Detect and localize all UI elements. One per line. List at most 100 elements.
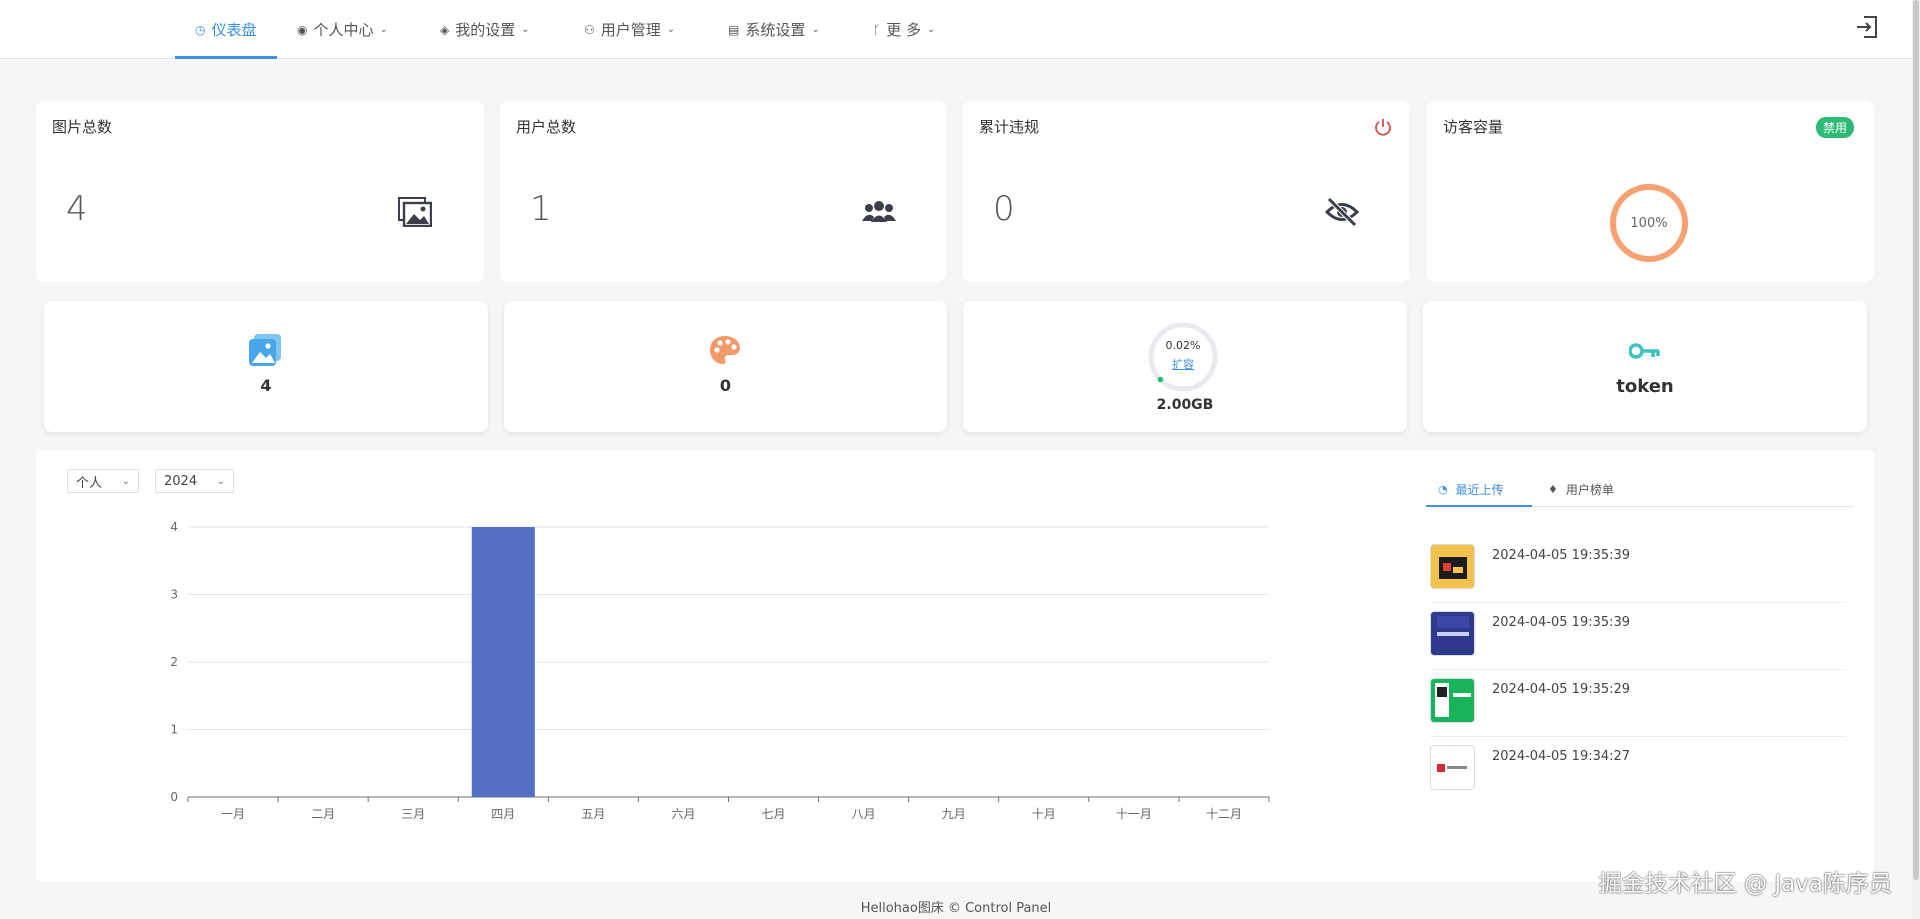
x-tick-label: 六月 — [671, 807, 695, 821]
x-tick-label: 五月 — [581, 807, 605, 821]
y-tick-label: 4 — [170, 520, 178, 534]
chevron-down-icon: ⌄ — [521, 24, 530, 35]
x-tick-label: 九月 — [942, 807, 966, 821]
x-tick-label: 三月 — [401, 807, 425, 821]
recent-upload-item[interactable]: 2024-04-05 19:34:27 — [1430, 737, 1846, 804]
upload-thumbnail[interactable] — [1430, 745, 1475, 790]
top-navbar: ◷ 仪表盘 ◉ 个人中心 ⌄ ◈ 我的设置 ⌄ ⚇ 用户管理 ⌄ ▤ 系统设置 … — [0, 0, 1912, 59]
nav-label: 我的设置 — [455, 21, 516, 39]
branch-icon: ᚴ — [873, 22, 881, 37]
x-tick-label: 十月 — [1032, 807, 1056, 821]
nav-item-profile[interactable]: ◉ 个人中心 ⌄ — [297, 0, 388, 59]
chevron-down-icon: ⌄ — [379, 24, 388, 35]
mini-card-palette: 0 — [504, 301, 947, 432]
mini-value: 0 — [719, 376, 732, 395]
server-icon: ▤ — [728, 22, 740, 37]
key-icon — [1629, 343, 1660, 359]
stat-value: 4 — [66, 189, 88, 229]
stat-card-visitor-capacity: 访客容量 禁用 100% — [1427, 101, 1874, 282]
upload-time: 2024-04-05 19:35:39 — [1492, 615, 1631, 630]
x-tick-label: 十二月 — [1206, 807, 1242, 821]
paint-bucket-icon: ◈ — [440, 22, 450, 37]
nav-label: 仪表盘 — [211, 21, 257, 39]
power-icon[interactable] — [1373, 117, 1393, 137]
clock-icon: ◔ — [1438, 482, 1448, 496]
upload-thumbnail[interactable] — [1430, 544, 1475, 589]
scrollbar-thumb[interactable] — [1913, 0, 1919, 880]
mini-card-images: 4 — [44, 301, 488, 432]
recent-upload-item[interactable]: 2024-04-05 19:35:29 — [1430, 670, 1846, 737]
palette-icon — [710, 336, 740, 364]
x-tick-label: 四月 — [491, 807, 515, 821]
chevron-down-icon: ⌄ — [811, 24, 820, 35]
logout-icon[interactable] — [1854, 14, 1880, 40]
footer-text: Hellohao图床 © Control Panel — [860, 901, 1052, 916]
capacity-percent: 100% — [1630, 215, 1668, 231]
dashboard-icon: ◷ — [195, 22, 206, 37]
side-tabs: ◔ 最近上传 ♦ 用户榜单 — [1426, 471, 1854, 507]
upload-time: 2024-04-05 19:35:39 — [1492, 548, 1631, 563]
nav-item-my-settings[interactable]: ◈ 我的设置 ⌄ — [440, 0, 530, 59]
stat-value: 0 — [993, 189, 1015, 229]
mini-value: token — [1616, 376, 1674, 397]
stat-card-violations: 累计违规 0 — [963, 101, 1409, 282]
mini-value: 4 — [260, 376, 272, 395]
active-nav-indicator — [175, 56, 277, 59]
nav-label: 更 多 — [886, 21, 921, 39]
y-tick-label: 0 — [170, 790, 178, 804]
users-icon: ⚇ — [584, 22, 595, 37]
user-circle-icon: ◉ — [297, 22, 308, 37]
recent-upload-item[interactable]: 2024-04-05 19:35:39 — [1430, 536, 1846, 603]
storage-size: 2.00GB — [1156, 397, 1214, 413]
upload-time: 2024-04-05 19:35:29 — [1492, 682, 1631, 697]
x-tick-label: 二月 — [311, 807, 335, 821]
y-tick-label: 1 — [170, 723, 178, 737]
images-icon — [398, 197, 432, 227]
mini-card-token: token — [1423, 301, 1867, 432]
droplet-icon: ♦ — [1548, 482, 1558, 496]
nav-label: 系统设置 — [745, 21, 806, 39]
users-group-icon — [862, 201, 896, 222]
storage-percent: 0.02% — [1165, 339, 1201, 352]
stat-card-images: 图片总数 4 — [36, 101, 484, 282]
upload-thumbnail[interactable] — [1430, 678, 1475, 723]
upload-time: 2024-04-05 19:34:27 — [1492, 749, 1631, 764]
eye-slash-icon — [1325, 197, 1359, 227]
nav-item-user-management[interactable]: ⚇ 用户管理 ⌄ — [584, 0, 675, 59]
expand-capacity-link[interactable]: 扩容 — [1147, 356, 1219, 372]
chevron-down-icon: ⌄ — [666, 24, 676, 35]
stat-title: 累计违规 — [979, 118, 1040, 136]
y-tick-label: 2 — [170, 655, 178, 669]
stat-title: 用户总数 — [516, 118, 577, 136]
x-tick-label: 十一月 — [1116, 807, 1152, 821]
nav-item-dashboard[interactable]: ◷ 仪表盘 — [195, 0, 257, 59]
watermark: 掘金技术社区 @ Java陈序员 — [1598, 871, 1892, 897]
x-tick-label: 一月 — [221, 807, 245, 821]
nav-item-system-settings[interactable]: ▤ 系统设置 ⌄ — [728, 0, 820, 59]
stat-title: 图片总数 — [52, 118, 113, 136]
nav-label: 用户管理 — [600, 21, 661, 39]
upload-thumbnail[interactable] — [1430, 611, 1475, 656]
stat-value: 1 — [530, 189, 552, 229]
nav-label: 个人中心 — [313, 21, 374, 39]
page-scrollbar[interactable] — [1912, 0, 1920, 919]
nav-item-more[interactable]: ᚴ 更 多 ⌄ — [873, 0, 935, 59]
mini-card-storage: 0.02% 扩容 2.00GB — [963, 301, 1407, 432]
recent-upload-item[interactable]: 2024-04-05 19:35:39 — [1430, 603, 1846, 670]
active-tab-indicator — [1426, 505, 1532, 507]
picture-icon — [249, 334, 281, 366]
chevron-down-icon: ⌄ — [926, 24, 936, 35]
stat-card-users: 用户总数 1 — [500, 101, 946, 282]
tab-label: 用户榜单 — [1565, 482, 1614, 497]
stat-title: 访客容量 — [1443, 118, 1504, 136]
upload-statistics-panel: 个人 ⌄ 2024 ⌄ 0 1 2 3 4 一月 二月 三月 四月 五月 六月 七月 八月 九月 十月 十一月… — [36, 451, 1874, 881]
y-tick-label: 3 — [170, 588, 178, 602]
status-badge: 禁用 — [1815, 117, 1854, 138]
monthly-uploads-bar-chart: 0 1 2 3 4 一月 二月 三月 四月 五月 六月 七月 八月 九月 十月 十一月 十二月 — [170, 520, 1270, 821]
tab-label: 最近上传 — [1455, 482, 1504, 497]
tab-recent-uploads[interactable]: ◔ 最近上传 — [1438, 471, 1504, 507]
x-tick-label: 八月 — [852, 807, 876, 821]
tab-user-ranking[interactable]: ♦ 用户榜单 — [1548, 471, 1614, 507]
x-tick-label: 七月 — [762, 807, 786, 821]
bar[interactable] — [471, 527, 535, 797]
